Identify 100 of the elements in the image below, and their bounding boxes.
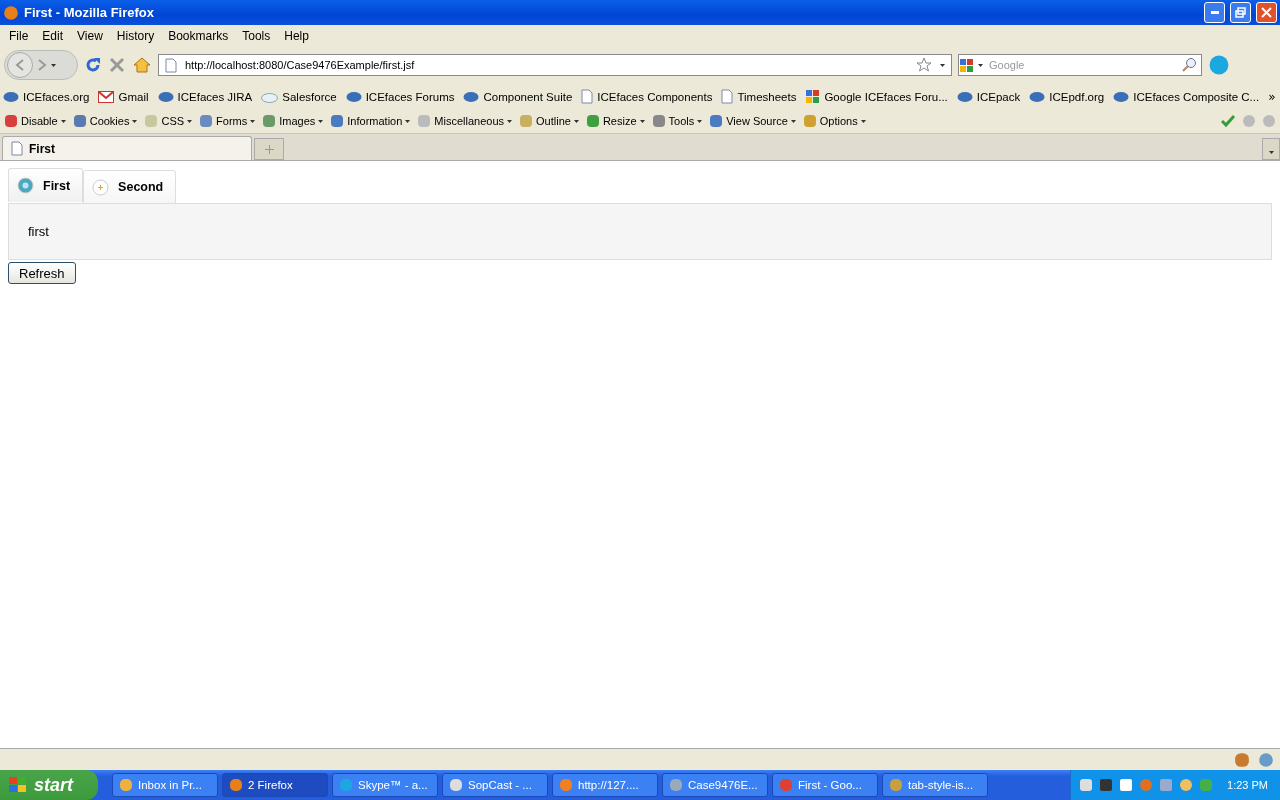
menu-item[interactable]: Bookmarks	[161, 28, 236, 43]
taskbar-button[interactable]: SopCast - ...	[442, 773, 548, 797]
reload-icon[interactable]	[84, 56, 102, 74]
menu-item[interactable]: Tools	[235, 28, 278, 43]
taskbar-button[interactable]: First - Goo...	[772, 773, 878, 797]
caret-icon	[697, 119, 703, 123]
bookmark-link[interactable]: Google ICEfaces Foru...	[805, 89, 948, 104]
toolbar-menu[interactable]: Resize	[585, 114, 645, 128]
toolbar-menu[interactable]: Options	[802, 114, 866, 128]
tab-list-button[interactable]	[1262, 138, 1280, 160]
caret-icon	[790, 119, 796, 123]
search-bar[interactable]: Google	[958, 54, 1202, 76]
toolbar-menu[interactable]: Miscellaneous	[417, 114, 513, 128]
tool-icon	[802, 114, 817, 128]
menu-item[interactable]: Edit	[35, 28, 71, 43]
tab[interactable]: First	[8, 168, 84, 202]
caret-icon	[507, 119, 513, 123]
tab[interactable]: Second	[83, 170, 177, 204]
app-icon	[889, 778, 903, 792]
logo-icon	[956, 90, 973, 103]
tray-icon	[1139, 778, 1154, 792]
bookmark-link[interactable]: ICEpdf.org	[1029, 90, 1105, 103]
logo-icon	[463, 90, 480, 103]
taskbar-button[interactable]: Inbox in Pr...	[112, 773, 218, 797]
tool-icon	[4, 114, 18, 128]
bookmark-link[interactable]: ICEfaces.org	[3, 90, 90, 103]
forward-icon[interactable]	[37, 59, 47, 71]
bookmark-link[interactable]: Timesheets	[721, 89, 797, 104]
window-title: First - Mozilla Firefox	[24, 5, 155, 20]
home-icon[interactable]	[132, 56, 152, 74]
toolbar-menu[interactable]: Information	[330, 114, 411, 128]
refresh-button[interactable]: Refresh	[8, 262, 76, 284]
caret-icon	[318, 119, 324, 123]
close-icon	[1261, 7, 1272, 18]
menu-item[interactable]: History	[109, 28, 162, 43]
logo-icon	[3, 90, 19, 103]
tool-icon	[330, 114, 345, 128]
toolbar-menu[interactable]: Forms	[199, 114, 256, 128]
browser-tab[interactable]: First	[2, 136, 252, 160]
menu-item[interactable]: Help	[277, 28, 316, 43]
toolbar-menu[interactable]: CSS	[144, 114, 193, 128]
stop-icon[interactable]	[108, 56, 126, 74]
check-icon	[1220, 114, 1236, 128]
bookmark-link[interactable]: ICEpack	[956, 90, 1021, 103]
taskbar-button[interactable]: Case9476E...	[662, 773, 768, 797]
logo-icon	[1113, 90, 1130, 103]
app-icon	[229, 778, 243, 792]
minimize-icon	[1210, 11, 1219, 14]
taskbar-button[interactable]: tab-style-is...	[882, 773, 988, 797]
caret-icon	[1268, 150, 1274, 154]
taskbar-button[interactable]: Skype™ - a...	[332, 773, 438, 797]
toolbar-menu[interactable]: Cookies	[72, 114, 138, 128]
star-icon[interactable]	[916, 57, 932, 73]
bookmark-link[interactable]: Salesforce	[261, 90, 337, 103]
mail-icon	[98, 90, 115, 103]
toolbar-menu[interactable]: Tools	[651, 114, 703, 128]
bookmark-link[interactable]: ICEfaces JIRA	[157, 90, 253, 103]
toolbar-menu[interactable]: Images	[262, 114, 324, 128]
panel-text: first	[28, 224, 49, 239]
caret-icon	[405, 119, 411, 123]
page-icon	[721, 89, 734, 104]
cloud-icon	[261, 90, 279, 103]
back-button[interactable]	[7, 52, 33, 78]
tray-icon	[1199, 778, 1214, 792]
url-text: http://localhost:8080/Case9476Example/first.jsf	[185, 59, 416, 71]
taskbar-button[interactable]: http://127....	[552, 773, 658, 797]
app-icon	[779, 778, 793, 792]
search-icon[interactable]	[1181, 57, 1197, 73]
minimize-button[interactable]	[1204, 2, 1225, 23]
bookmark-link[interactable]: ICEfaces Components	[581, 89, 713, 104]
bookmark-link[interactable]: ICEfaces Forums	[345, 90, 455, 103]
app-icon	[669, 778, 683, 792]
bookmark-link[interactable]: Component Suite	[463, 90, 573, 103]
back-icon	[15, 59, 25, 71]
windows-logo-icon	[8, 776, 28, 794]
bookmark-link[interactable]: Gmail	[98, 90, 149, 103]
clock: 1:23 PM	[1227, 779, 1268, 791]
plus-icon	[92, 178, 110, 196]
tool-icon	[144, 114, 159, 128]
tool-icon	[262, 114, 277, 128]
toolbar-menu[interactable]: Disable	[4, 114, 66, 128]
logo-icon	[345, 90, 362, 103]
restore-button[interactable]	[1230, 2, 1251, 23]
menu-item[interactable]: View	[70, 28, 110, 43]
toolbar-menu[interactable]: Outline	[519, 114, 579, 128]
new-tab-button[interactable]	[254, 138, 284, 160]
logo-icon	[157, 90, 174, 103]
taskbar-button[interactable]: 2 Firefox	[222, 773, 328, 797]
google-icon	[805, 89, 821, 104]
menu-item[interactable]: File	[2, 28, 36, 43]
toolbar-menu[interactable]: View Source	[709, 114, 796, 128]
app-icon	[339, 778, 353, 792]
bookmark-link[interactable]: ICEfaces Composite C...	[1113, 90, 1260, 103]
bookmarks-overflow[interactable]: »	[1268, 89, 1280, 104]
caret-icon	[250, 119, 256, 123]
tray-icon	[1159, 778, 1174, 792]
close-button[interactable]	[1256, 2, 1277, 23]
tool-icon	[72, 114, 87, 128]
logo-icon	[1029, 90, 1046, 103]
address-field[interactable]: http://localhost:8080/Case9476Example/first.jsf	[158, 54, 952, 76]
